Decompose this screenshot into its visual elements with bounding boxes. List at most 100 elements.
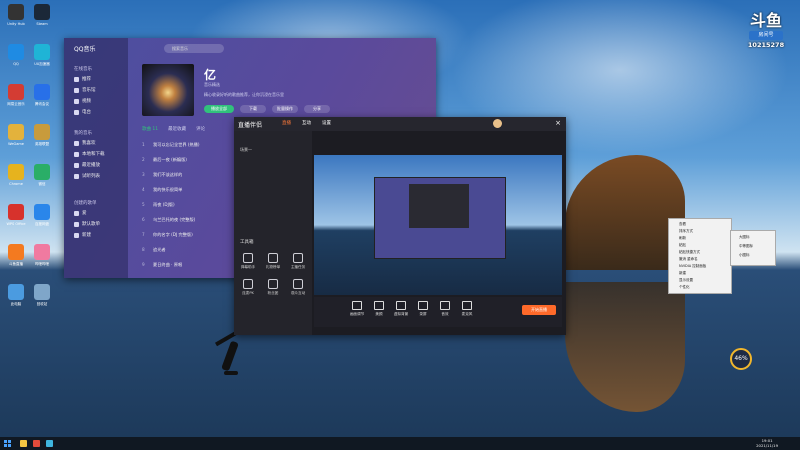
context-menu-item[interactable]: 个性化: [679, 285, 690, 290]
taskbar-app-icon[interactable]: [33, 440, 40, 447]
douyu-watermark: 斗鱼 房间号 10215278: [744, 12, 788, 50]
qq-tabs: 歌曲 11 最近收藏 评论: [142, 126, 205, 132]
desktop-icon-label: 斗鱼直播: [9, 262, 23, 266]
qq-tab[interactable]: 歌曲 11: [142, 126, 158, 132]
live-tool[interactable]: 主播任务: [286, 253, 310, 270]
sidebar-item[interactable]: 我喜欢: [74, 140, 96, 146]
desktop-icon-label: WeGame: [8, 142, 24, 146]
desktop-app-icon[interactable]: [8, 4, 24, 20]
qq-search-input[interactable]: 搜索音乐: [164, 44, 224, 53]
sidebar-item[interactable]: 新建: [74, 232, 91, 238]
sidebar-item-label: 本地和下载: [82, 152, 105, 157]
desktop-app-icon[interactable]: [34, 4, 50, 20]
live-tool[interactable]: 观众互动: [286, 279, 310, 296]
track-number: 5: [142, 202, 145, 207]
sidebar-item-label: 最近播放: [82, 163, 100, 168]
live-tool[interactable]: 弹幕助手: [236, 253, 260, 270]
desktop-app-icon[interactable]: [34, 284, 50, 300]
track-number: 2: [142, 157, 145, 162]
desktop-app-icon[interactable]: [8, 164, 24, 180]
context-menu-item[interactable]: 显示设置: [679, 278, 693, 283]
live-tool[interactable]: 礼物榜单: [261, 253, 285, 270]
live-tab[interactable]: 直播: [282, 120, 291, 126]
sidebar-item[interactable]: 默认歌单: [74, 221, 100, 227]
track-number: 6: [142, 217, 145, 222]
context-submenu-item[interactable]: 大图标: [739, 235, 750, 240]
tool-icon: [243, 279, 253, 289]
avatar[interactable]: [493, 119, 502, 128]
cliff-rock: [565, 155, 685, 270]
network-percent-widget[interactable]: 46%: [730, 348, 752, 370]
desktop-app-icon[interactable]: [8, 124, 24, 140]
context-submenu-item[interactable]: 小图标: [739, 253, 750, 258]
context-menu-item[interactable]: 刷新: [679, 236, 686, 241]
album-cover[interactable]: [142, 64, 194, 116]
desktop-app-icon[interactable]: [8, 204, 24, 220]
context-menu-item[interactable]: 查看: [679, 222, 686, 227]
bottom-tool-icon: [440, 301, 450, 310]
live-tab[interactable]: 互动: [302, 120, 311, 126]
sidebar-item-icon: [74, 221, 79, 227]
desktop-icon-label: 百度网盘: [35, 222, 49, 226]
desktop-app-icon[interactable]: [34, 164, 50, 180]
live-companion-window[interactable]: 直播伴侣 直播 互动 设置 × 场景一 工具箱 弹幕助手 礼物榜单 主播任务 连麦PK 粉丝…: [234, 117, 566, 335]
file-explorer-icon[interactable]: [20, 440, 27, 447]
sidebar-item[interactable]: 电台: [74, 109, 91, 115]
batch-button[interactable]: 批量操作: [272, 105, 298, 113]
sidebar-item-label: 视频: [82, 99, 91, 104]
play-all-button[interactable]: 播放全部: [204, 105, 234, 113]
taskbar-app-icon[interactable]: [46, 440, 53, 447]
sidebar-item[interactable]: 音乐馆: [74, 87, 96, 93]
context-submenu-item[interactable]: 中等图标: [739, 244, 753, 249]
desktop-icon-label: Unity Hub: [7, 22, 25, 26]
track-number: 4: [142, 187, 145, 192]
desktop-app-icon[interactable]: [8, 244, 24, 260]
context-menu-item[interactable]: 排序方式: [679, 229, 693, 234]
live-tab[interactable]: 设置: [322, 120, 331, 126]
context-menu-item[interactable]: 粘贴: [679, 243, 686, 248]
live-tools-panel: 场景一 工具箱 弹幕助手 礼物榜单 主播任务 连麦PK 粉丝团 观众互动: [234, 131, 312, 335]
track-name: 我们不该这样的: [153, 172, 183, 177]
desktop-app-icon[interactable]: [34, 204, 50, 220]
track-name: 最后一夜 (新编版): [153, 157, 187, 162]
context-menu-item[interactable]: 粘贴快捷方式: [679, 250, 700, 255]
context-menu-item[interactable]: 撤消 重命名: [679, 257, 698, 262]
sidebar-item[interactable]: 本地和下载: [74, 151, 105, 157]
stream-preview[interactable]: [314, 155, 562, 295]
desktop-icon-label: 微信: [38, 182, 46, 186]
desktop-app-icon[interactable]: [34, 44, 50, 60]
desktop-app-icon[interactable]: [8, 84, 24, 100]
desktop-app-icon[interactable]: [8, 284, 24, 300]
desktop-app-icon[interactable]: [34, 84, 50, 100]
sidebar-item[interactable]: 最近播放: [74, 162, 100, 168]
desktop-app-icon[interactable]: [34, 244, 50, 260]
sidebar-item[interactable]: 试听列表: [74, 173, 100, 179]
sidebar-item[interactable]: 爱: [74, 210, 87, 216]
track-number: 1: [142, 142, 145, 147]
desktop-app-icon[interactable]: [8, 44, 24, 60]
sidebar-item[interactable]: 推荐: [74, 76, 91, 82]
context-menu-item[interactable]: 新建: [679, 271, 686, 276]
bottom-tool[interactable]: 麦克风: [454, 301, 480, 317]
context-menu-item[interactable]: NVIDIA 控制面板: [679, 264, 706, 269]
desktop-icon-label: 哔哩哔哩: [35, 262, 49, 266]
windows-start-icon[interactable]: [4, 440, 11, 447]
live-tool[interactable]: 粉丝团: [261, 279, 285, 296]
download-button[interactable]: 下载: [240, 105, 266, 113]
live-titlebar: 直播伴侣 直播 互动 设置 ×: [234, 117, 566, 131]
sidebar-head-mine: 我的音乐: [74, 131, 92, 136]
desktop-icon-label: 此电脑: [10, 302, 22, 306]
close-icon[interactable]: ×: [555, 119, 561, 127]
sidebar-item-icon: [74, 173, 79, 179]
sidebar-item-icon: [74, 76, 79, 82]
qq-tab[interactable]: 最近收藏: [168, 126, 186, 132]
taskbar-clock[interactable]: 19:01 2021/11/19: [756, 438, 778, 448]
live-tool[interactable]: 连麦PK: [236, 279, 260, 296]
qq-music-sidebar: QQ音乐 在线音乐 推荐 音乐馆 视频 电台 我的音乐 我喜欢 本地和下载 最近播放 试听列…: [64, 38, 128, 278]
sidebar-item[interactable]: 视频: [74, 98, 91, 104]
desktop-app-icon[interactable]: [34, 124, 50, 140]
bottom-tool-icon: [374, 301, 384, 310]
share-button[interactable]: 分享: [304, 105, 330, 113]
go-live-button[interactable]: 开始直播: [522, 305, 556, 315]
qq-tab[interactable]: 评论: [196, 126, 205, 132]
